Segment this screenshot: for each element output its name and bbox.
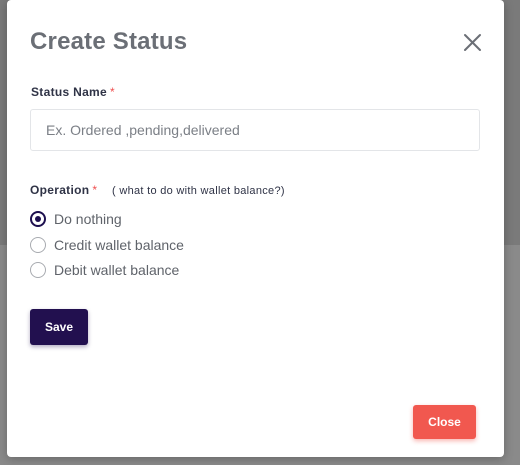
radio-label: Credit wallet balance: [54, 237, 184, 253]
radio-label: Debit wallet balance: [54, 262, 180, 278]
save-button[interactable]: Save: [30, 309, 88, 345]
operation-label-text: Operation: [30, 183, 90, 197]
create-status-modal: Create Status Status Name* Operation* ( …: [7, 0, 504, 457]
radio-option-credit-wallet[interactable]: Credit wallet balance: [30, 235, 184, 255]
radio-option-do-nothing[interactable]: Do nothing: [30, 209, 122, 229]
modal-title: Create Status: [30, 28, 188, 55]
radio-button-checked[interactable]: [30, 211, 46, 227]
operation-label: Operation *: [30, 183, 97, 197]
radio-option-debit-wallet[interactable]: Debit wallet balance: [30, 260, 179, 280]
operation-hint: ( what to do with wallet balance?): [112, 185, 285, 197]
status-name-label: Status Name *: [31, 85, 115, 99]
close-icon-glyph: [464, 34, 481, 51]
radio-button[interactable]: [30, 237, 46, 253]
status-name-label-text: Status Name: [31, 85, 107, 99]
radio-button[interactable]: [30, 262, 46, 278]
required-mark: *: [92, 183, 98, 197]
close-button[interactable]: Close: [413, 405, 476, 439]
radio-label: Do nothing: [54, 211, 122, 227]
close-icon[interactable]: [463, 33, 482, 52]
status-name-input[interactable]: [30, 109, 480, 151]
required-mark: *: [110, 85, 115, 99]
